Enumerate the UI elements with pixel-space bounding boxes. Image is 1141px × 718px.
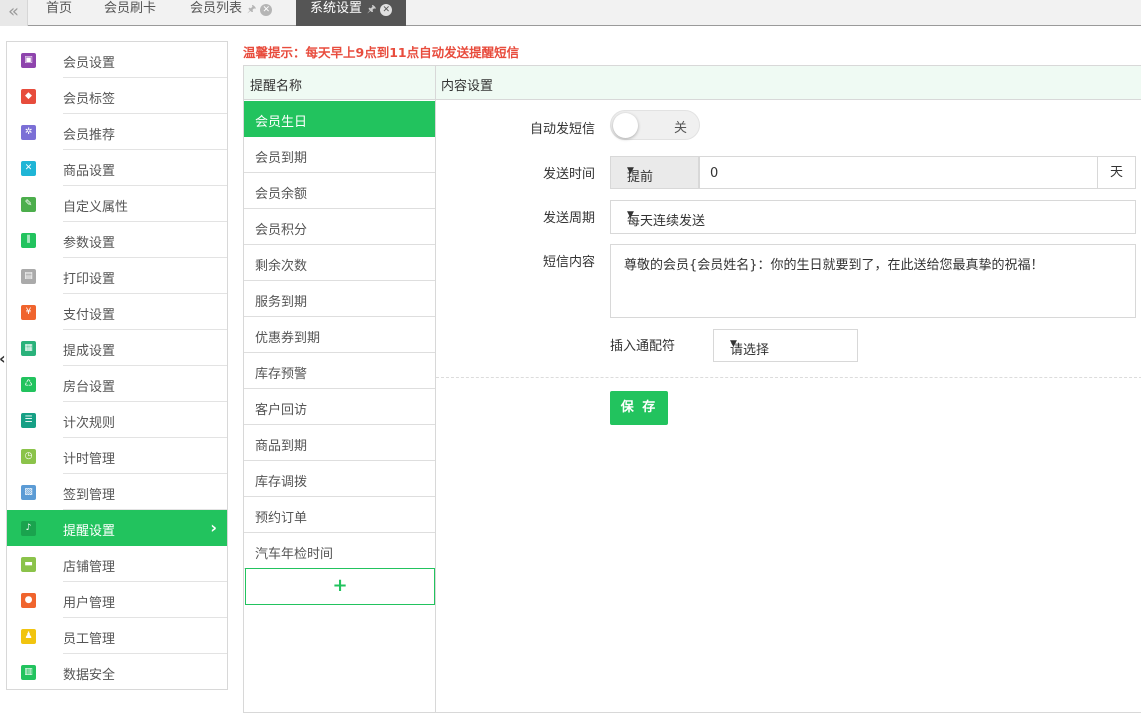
sidebar-item-staff-management[interactable]: ♟ 员工管理 [7,618,227,654]
form-divider [436,377,1141,378]
reminder-item-coupon-expiry[interactable]: 优惠券到期 [244,317,435,353]
collapse-sidebar-icon[interactable]: ‹ [0,349,6,368]
printer-icon: ▤ [21,269,36,284]
reminder-item-member-balance[interactable]: 会员余额 [244,173,435,209]
sidebar-item-payment-settings[interactable]: ¥ 支付设置 [7,294,227,330]
column-header-name: 提醒名称 [250,79,303,94]
sidebar-item-store-management[interactable]: ▬ 店铺管理 [7,546,227,582]
chevron-right-icon: › [210,518,217,537]
sms-content-label: 短信内容 [542,255,595,270]
sidebar-item-custom-attributes[interactable]: ✎ 自定义属性 [7,186,227,222]
send-cycle-label: 发送周期 [542,211,595,226]
sliders-icon: ⫼ [21,233,36,248]
sidebar-item-data-security[interactable]: ▥ 数据安全 [7,654,227,690]
atom-icon: ✲ [21,125,36,140]
sidebar-item-count-rules[interactable]: ☰ 计次规则 [7,402,227,438]
pin-icon[interactable]: 🖈 [367,4,376,15]
reminder-item-car-inspection[interactable]: 汽车年检时间 [244,533,435,569]
pencil-icon: ✎ [21,197,36,212]
reminder-item-customer-followup[interactable]: 客户回访 [244,389,435,425]
send-time-label: 发送时间 [542,167,595,182]
reminder-item-member-expiry[interactable]: 会员到期 [244,137,435,173]
reminder-item-stock-warning[interactable]: 库存预警 [244,353,435,389]
sidebar-item-member-referral[interactable]: ✲ 会员推荐 [7,114,227,150]
column-divider [435,65,436,712]
list-icon: ☰ [21,413,36,428]
recycle-icon: ♺ [21,377,36,392]
reminder-item-remaining-times[interactable]: 剩余次数 [244,245,435,281]
tag-icon: ◆ [21,89,36,104]
sidebar-item-member-settings[interactable]: ▣ 会员设置 [7,42,227,78]
calendar-icon: ▧ [21,485,36,500]
close-icon[interactable]: ✕ [380,4,393,16]
tab-member-list[interactable]: 会员列表 🖈 ✕ [190,0,273,26]
bar-chart-icon: ▥ [21,665,36,680]
sidebar-item-print-settings[interactable]: ▤ 打印设置 [7,258,227,294]
save-button[interactable]: 保 存 [610,391,668,425]
send-time-mode-select[interactable]: 提前 ▼ [610,156,699,189]
tab-member-card[interactable]: 会员刷卡 [104,0,156,26]
caret-down-icon: ▼ [627,210,634,220]
clock-icon: ◷ [21,449,36,464]
column-header-content: 内容设置 [441,79,494,94]
send-time-days-input[interactable]: 0 [699,156,1098,189]
reminder-item-service-expiry[interactable]: 服务到期 [244,281,435,317]
reminder-hint: 温馨提示：每天早上9点到11点自动发送提醒短信 [243,45,520,60]
add-reminder-button[interactable]: + [245,568,435,605]
wildcard-select[interactable]: 请选择 ▼ [713,329,858,362]
bell-icon: ♪ [21,521,36,536]
sidebar-item-reminder-settings[interactable]: ♪ 提醒设置 › [7,510,227,546]
sidebar-item-parameter-settings[interactable]: ⫼ 参数设置 [7,222,227,258]
tools-icon: ✕ [21,161,36,176]
commission-icon: ▦ [21,341,36,356]
reminder-item-member-points[interactable]: 会员积分 [244,209,435,245]
wildcard-label: 插入通配符 [610,339,676,354]
pin-icon[interactable]: 🖈 [247,4,256,15]
caret-down-icon: ▼ [627,166,634,176]
toggle-knob [613,113,638,138]
tab-bar: « 首页 会员刷卡 会员列表 🖈 ✕ 系统设置 🖈 ✕ [0,0,1141,26]
staff-icon: ♟ [21,629,36,644]
caret-down-icon: ▼ [730,339,737,349]
toggle-state-text: 关 [673,121,687,136]
days-unit-addon: 天 [1097,156,1136,189]
auto-sms-label: 自动发短信 [529,122,595,137]
sidebar-item-commission-settings[interactable]: ▦ 提成设置 [7,330,227,366]
settings-sidebar: ▣ 会员设置 ◆ 会员标签 ✲ 会员推荐 ✕ 商品设置 ✎ 自定义属性 ⫼ 参数设置 ▤ 打印… [6,41,228,690]
tab-home[interactable]: 首页 [46,0,72,26]
auto-sms-toggle[interactable]: 关 [610,110,700,140]
reminder-item-stock-transfer[interactable]: 库存调拨 [244,461,435,497]
close-icon[interactable]: ✕ [260,4,273,16]
sidebar-item-product-settings[interactable]: ✕ 商品设置 [7,150,227,186]
payment-icon: ¥ [21,305,36,320]
reminder-item-member-birthday[interactable]: 会员生日 [244,101,435,137]
send-cycle-select[interactable]: 每天连续发送 ▼ [610,200,1136,234]
sidebar-item-user-management[interactable]: ● 用户管理 [7,582,227,618]
reminder-item-booking-order[interactable]: 预约订单 [244,497,435,533]
sidebar-item-checkin-management[interactable]: ▧ 签到管理 [7,474,227,510]
sidebar-item-timing-management[interactable]: ◷ 计时管理 [7,438,227,474]
user-icon: ● [21,593,36,608]
sidebar-item-member-tags[interactable]: ◆ 会员标签 [7,78,227,114]
sidebar-item-room-settings[interactable]: ♺ 房台设置 [7,366,227,402]
member-settings-icon: ▣ [21,53,36,68]
sms-content-textarea[interactable]: 尊敬的会员{会员姓名}：你的生日就要到了，在此送给您最真挚的祝福！ [610,244,1136,318]
table-header: 提醒名称 内容设置 [244,65,1141,100]
reminder-table: 提醒名称 内容设置 会员生日 会员到期 会员余额 会员积分 剩余次数 服务到期 … [243,65,1141,713]
tab-system-settings[interactable]: 系统设置 🖈 ✕ [296,0,407,26]
chevron-double-left-icon[interactable]: « [0,0,28,26]
reminder-item-product-expiry[interactable]: 商品到期 [244,425,435,461]
store-icon: ▬ [21,557,36,572]
